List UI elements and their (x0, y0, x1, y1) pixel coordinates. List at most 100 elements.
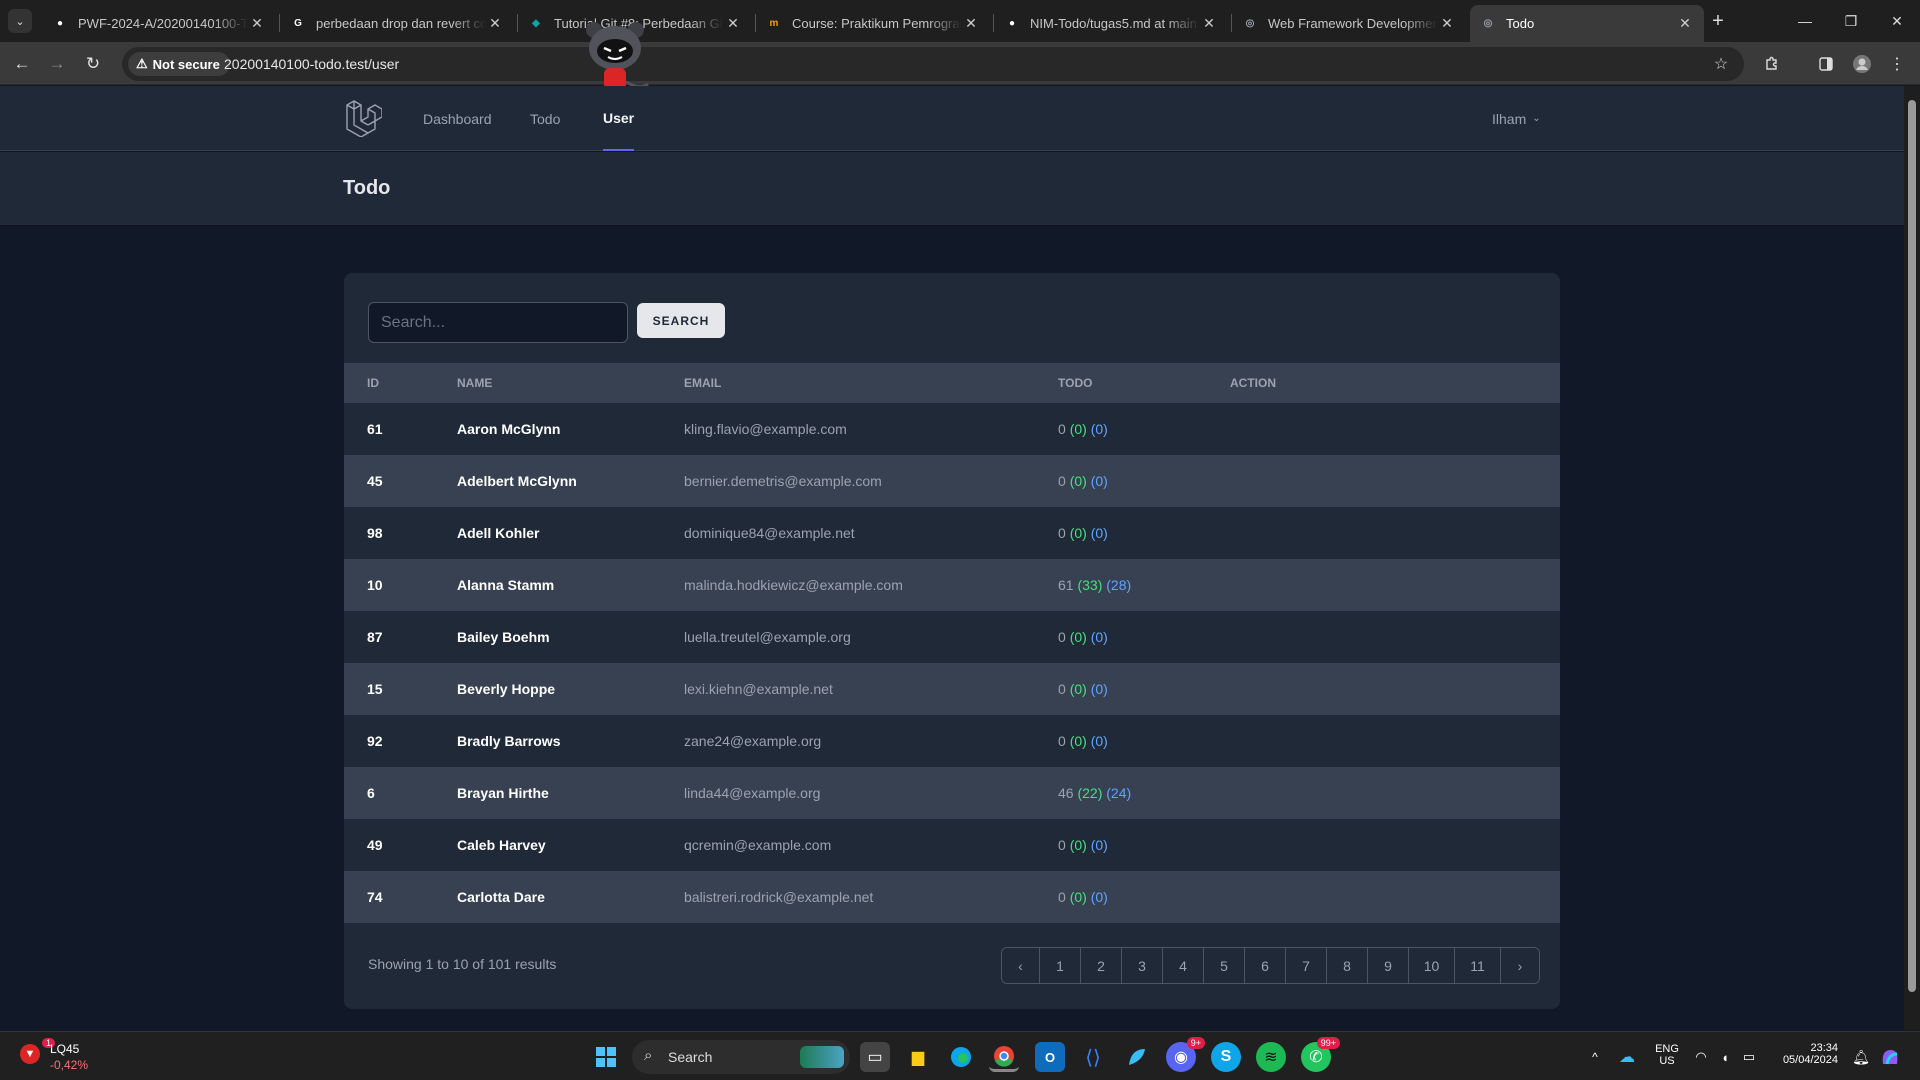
spotify-icon[interactable]: ≋ (1256, 1042, 1286, 1072)
cell-id: 98 (367, 525, 383, 541)
nav-link-user[interactable]: User (603, 86, 635, 151)
chrome-menu-icon[interactable]: ⋮ (1884, 51, 1910, 77)
table-row[interactable]: 92 Bradly Barrows zane24@example.org 0 (0) … (344, 715, 1560, 767)
close-tab-icon[interactable]: ✕ (1200, 15, 1218, 32)
close-tab-icon[interactable]: ✕ (1438, 15, 1456, 32)
close-tab-icon[interactable]: ✕ (486, 15, 504, 32)
cell-email: dominique84@example.net (684, 525, 855, 541)
clock[interactable]: 23:34 05/04/2024 (1770, 1042, 1838, 1066)
globe-icon: ◎ (1483, 18, 1493, 29)
stock-name: LQ45 (50, 1042, 80, 1056)
taskbar-search-label: Search (668, 1049, 713, 1065)
cell-todo: 46 (22) (24) (1035, 767, 1207, 819)
browser-tab[interactable]: m Course: Praktikum Pemrograman Web✕ (756, 5, 990, 42)
discord-icon[interactable]: ◉ 9+ (1166, 1037, 1205, 1072)
scrollbar-thumb[interactable] (1908, 100, 1916, 992)
todo-total: 0 (1058, 473, 1066, 489)
pagination-page-8[interactable]: 8 (1327, 948, 1368, 983)
task-view-icon[interactable]: ▭ (860, 1042, 890, 1072)
table-row[interactable]: 45 Adelbert McGlynn bernier.demetris@examp… (344, 455, 1560, 507)
table-row[interactable]: 10 Alanna Stamm malinda.hodkiewicz@example… (344, 559, 1560, 611)
show-hidden-icons-icon[interactable]: ^ (1580, 1042, 1610, 1072)
browser-tab[interactable]: ◎ Todo ✕ (1470, 5, 1704, 42)
cell-email: linda44@example.org (684, 785, 821, 801)
table-row[interactable]: 87 Bailey Boehm luella.treutel@example.org… (344, 611, 1560, 663)
taskbar-search-box[interactable]: ⌕ Search (632, 1040, 850, 1074)
browser-tab[interactable]: ◎ Web Framework Development ✕ (1232, 5, 1466, 42)
browser-tab[interactable]: ● PWF-2024-A/20200140100-Todo✕ (42, 5, 276, 42)
restore-button[interactable]: ❐ (1828, 0, 1874, 42)
nav-link-dashboard[interactable]: Dashboard (423, 86, 492, 151)
back-button[interactable]: ← (8, 50, 36, 78)
table-row[interactable]: 15 Beverly Hoppe lexi.kiehn@example.net 0 (… (344, 663, 1560, 715)
pagination-page-5[interactable]: 5 (1204, 948, 1245, 983)
close-tab-icon[interactable]: ✕ (248, 15, 266, 32)
browser-tab[interactable]: ● NIM-Todo/tugas5.md at main ✕ (994, 5, 1228, 42)
stock-trend-icon: ▼ (20, 1044, 40, 1064)
pagination-page-10[interactable]: 10 (1409, 948, 1455, 983)
table-row[interactable]: 98 Adell Kohler dominique84@example.net 0 (… (344, 507, 1560, 559)
search-input[interactable] (368, 302, 628, 343)
pagination-page-11[interactable]: 11 (1455, 948, 1501, 983)
url-text[interactable]: 20200140100-todo.test/user (224, 56, 399, 72)
windows-taskbar: ▼ 1 LQ45 -0,42% ⌕ Search ▭ ▆ O ⟨⟩ ◉ 9+ S … (0, 1031, 1920, 1080)
notification-bell-icon[interactable]: 🔔︎ (1846, 1042, 1876, 1072)
side-panel-icon[interactable] (1813, 51, 1839, 77)
file-explorer-icon[interactable]: ▆ (903, 1042, 933, 1072)
todo-total: 0 (1058, 421, 1066, 437)
vscode-icon[interactable]: ⟨⟩ (1078, 1042, 1108, 1072)
github-icon: ● (1008, 18, 1016, 29)
pagination-page-1[interactable]: 1 (1040, 948, 1081, 983)
stock-widget[interactable]: ▼ 1 LQ45 -0,42% (20, 1038, 130, 1074)
todo-open-count: (0) (1090, 837, 1108, 853)
close-window-button[interactable]: ✕ (1874, 0, 1920, 42)
pagination-page-7[interactable]: 7 (1286, 948, 1327, 983)
security-indicator[interactable]: ⚠ Not secure (128, 52, 230, 76)
profile-avatar[interactable] (1849, 51, 1875, 77)
onedrive-icon[interactable]: ☁ (1612, 1042, 1642, 1072)
pagination-page-4[interactable]: 4 (1163, 948, 1204, 983)
chrome-icon[interactable] (989, 1042, 1019, 1072)
table-row[interactable]: 6 Brayan Hirthe linda44@example.org 46 (22)… (344, 767, 1560, 819)
cell-todo: 0 (0) (0) (1035, 819, 1207, 871)
new-tab-button[interactable]: + (1705, 8, 1731, 34)
skype-icon[interactable]: S (1211, 1042, 1241, 1072)
bookmark-star-icon[interactable]: ☆ (1708, 51, 1734, 77)
windows-start-icon[interactable] (591, 1042, 621, 1072)
copilot-icon[interactable] (1875, 1042, 1905, 1072)
cell-action (1207, 403, 1560, 455)
todo-done-count: (0) (1069, 421, 1087, 437)
extensions-icon[interactable] (1759, 51, 1785, 77)
laravel-logo-icon[interactable] (344, 99, 382, 137)
cell-todo: 0 (0) (0) (1035, 715, 1207, 767)
table-row[interactable]: 49 Caleb Harvey qcremin@example.com 0 (0) (… (344, 819, 1560, 871)
pagination-page-2[interactable]: 2 (1081, 948, 1122, 983)
app-bird-icon[interactable] (1122, 1042, 1152, 1072)
forward-button[interactable]: → (43, 50, 71, 78)
edge-icon[interactable] (946, 1042, 976, 1072)
close-tab-icon[interactable]: ✕ (962, 15, 980, 32)
search-button[interactable]: SEARCH (637, 303, 725, 338)
whatsapp-icon[interactable]: ✆ 99+ (1301, 1037, 1340, 1072)
address-bar[interactable]: ⚠ Not secure 20200140100-todo.test/user … (122, 47, 1744, 81)
reload-button[interactable]: ↻ (79, 50, 107, 78)
minimize-button[interactable]: — (1782, 0, 1828, 42)
table-row[interactable]: 61 Aaron McGlynn kling.flavio@example.com 0… (344, 403, 1560, 455)
browser-tab[interactable]: Gperbedaan drop dan revert commit✕ (280, 5, 514, 42)
nav-link-todo[interactable]: Todo (530, 86, 560, 151)
pagination-prev-icon[interactable]: ‹ (1002, 948, 1040, 983)
cell-name: Bailey Boehm (457, 629, 550, 645)
pagination-page-3[interactable]: 3 (1122, 948, 1163, 983)
language-indicator[interactable]: ENG US (1650, 1043, 1684, 1067)
battery-icon[interactable]: ▭ (1734, 1042, 1764, 1072)
outlook-icon[interactable]: O (1035, 1042, 1065, 1072)
tab-search-button[interactable]: ⌄ (8, 9, 32, 33)
close-tab-icon[interactable]: ✕ (724, 15, 742, 32)
pagination-page-9[interactable]: 9 (1368, 948, 1409, 983)
table-row[interactable]: 74 Carlotta Dare balistreri.rodrick@exampl… (344, 871, 1560, 923)
close-tab-icon[interactable]: ✕ (1676, 15, 1694, 32)
pagination-page-6[interactable]: 6 (1245, 948, 1286, 983)
site-icon: ◆ (532, 18, 540, 29)
pagination-next-icon[interactable]: › (1501, 948, 1539, 983)
user-dropdown[interactable]: Ilham ⌄ (1492, 86, 1541, 151)
